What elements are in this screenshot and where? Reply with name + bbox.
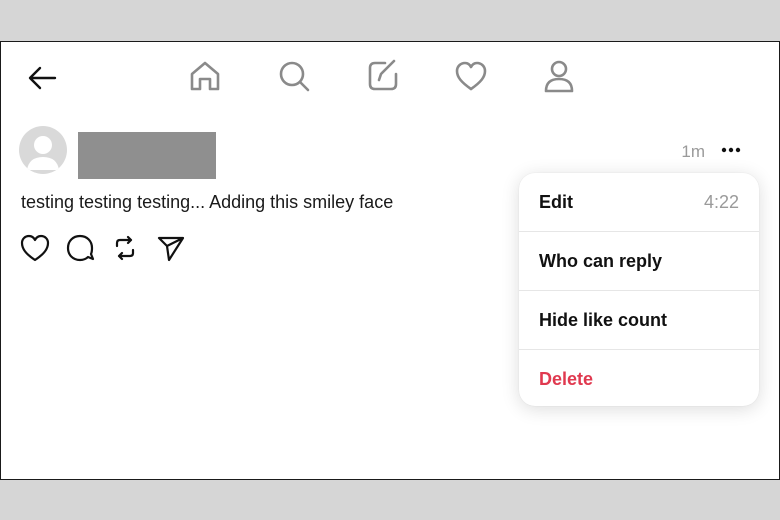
menu-item-who-can-reply[interactable]: Who can reply bbox=[519, 232, 759, 291]
menu-item-label: Who can reply bbox=[539, 251, 663, 271]
nav-activity[interactable] bbox=[453, 58, 489, 94]
menu-item-edit[interactable]: Edit 4:22 bbox=[519, 173, 759, 232]
nav-search[interactable] bbox=[276, 58, 312, 94]
post-options-menu: Edit 4:22 Who can reply Hide like count … bbox=[519, 173, 759, 406]
default-avatar-icon bbox=[27, 136, 59, 170]
menu-item-label: Edit bbox=[539, 192, 573, 212]
post-text: testing testing testing... Adding this s… bbox=[21, 192, 394, 212]
redacted-username bbox=[78, 132, 216, 179]
comment-icon bbox=[66, 234, 95, 262]
search-icon bbox=[279, 61, 310, 92]
profile-icon bbox=[544, 60, 574, 93]
heart-icon bbox=[455, 61, 487, 91]
send-icon bbox=[157, 236, 185, 262]
like-button[interactable] bbox=[19, 232, 51, 264]
more-horizontal-icon bbox=[721, 147, 741, 153]
top-nav bbox=[1, 42, 779, 112]
repost-icon bbox=[115, 235, 135, 261]
post-timestamp: 1m bbox=[681, 142, 705, 161]
avatar[interactable] bbox=[19, 126, 67, 174]
menu-item-label: Hide like count bbox=[539, 310, 668, 330]
menu-item-hide-like-count[interactable]: Hide like count bbox=[519, 291, 759, 350]
menu-item-delete[interactable]: Delete bbox=[519, 350, 759, 406]
reply-button[interactable] bbox=[64, 232, 96, 264]
nav-compose[interactable] bbox=[365, 58, 401, 94]
menu-item-label: Delete bbox=[539, 369, 594, 389]
more-options-button[interactable] bbox=[717, 140, 745, 160]
share-button[interactable] bbox=[155, 232, 187, 264]
compose-icon bbox=[368, 59, 398, 91]
nav-home[interactable] bbox=[187, 58, 223, 94]
nav-profile[interactable] bbox=[541, 58, 577, 94]
edit-time-remaining: 4:22 bbox=[703, 192, 739, 212]
heart-icon bbox=[20, 234, 50, 262]
repost-button[interactable] bbox=[109, 232, 141, 264]
home-icon bbox=[190, 61, 220, 91]
post-detail-screen: 1m testing testing testing... Adding thi… bbox=[0, 41, 780, 480]
